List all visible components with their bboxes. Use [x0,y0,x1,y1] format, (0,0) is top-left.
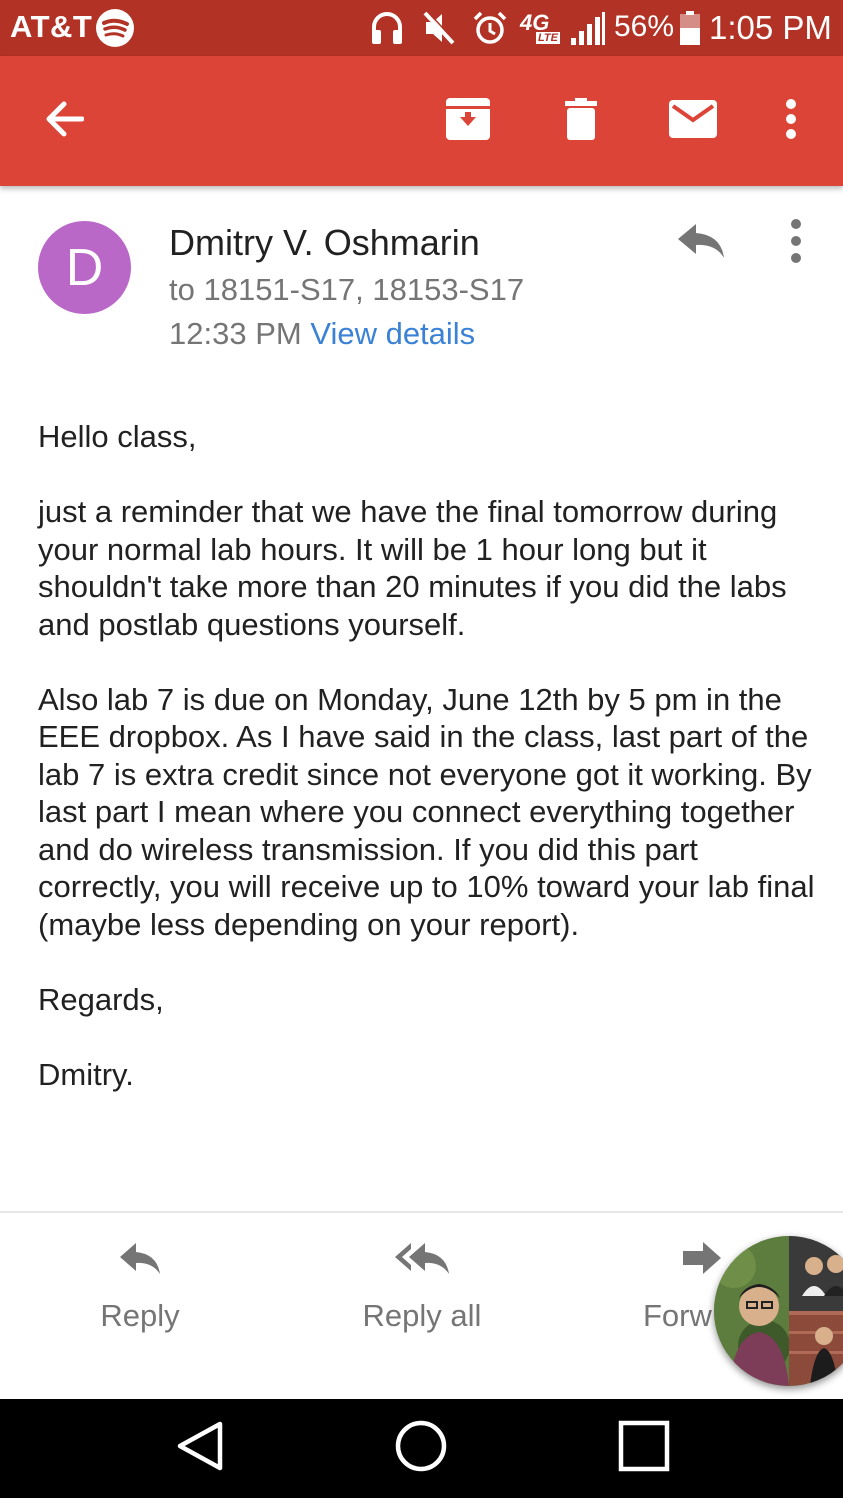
reply-all-icon [393,1240,451,1284]
mark-unread-button[interactable] [648,56,738,186]
carrier-label: AT&T [10,9,93,44]
network-sub-label: LTE [536,32,560,44]
back-button[interactable] [19,56,109,186]
status-bar: AT&T 4G LTE 56% 1:05 PM [0,0,843,56]
nav-recents-button[interactable] [589,1399,699,1498]
paragraph-2: Also lab 7 is due on Monday, June 12th b… [38,681,815,942]
nav-home-button[interactable] [366,1399,476,1498]
recents-square-icon [618,1420,670,1477]
reply-icon [674,224,730,268]
divider [0,1211,843,1213]
4g-lte-icon: 4G LTE [518,8,568,48]
nav-back-button[interactable] [145,1399,255,1498]
timestamp: 12:33 PM [169,316,302,351]
archive-icon [446,97,490,145]
greeting: Hello class, [38,419,197,454]
delete-button[interactable] [536,56,626,186]
alarm-icon [472,10,508,51]
clock: 1:05 PM [709,9,832,46]
reply-button[interactable]: Reply [90,1240,190,1334]
signal-icon [570,12,606,51]
sender-name: Dmitry V. Oshmarin [169,222,480,263]
spotify-icon [96,9,134,47]
reply-all-label: Reply all [362,1298,482,1333]
header-reply-button[interactable] [674,218,730,264]
more-vert-icon [780,219,812,270]
navigation-bar [0,1399,843,1498]
reply-all-button[interactable]: Reply all [356,1240,488,1334]
message-body: Hello class, just a reminder that we hav… [38,418,818,1131]
back-triangle-icon [175,1420,225,1477]
back-arrow-icon [44,101,85,142]
sender-avatar[interactable]: D [38,221,131,314]
home-circle-icon [394,1419,448,1478]
paragraph-1: just a reminder that we have the final t… [38,494,787,642]
forward-icon [683,1240,723,1284]
signature: Dmitry. [38,1056,134,1092]
closing: Regards, [38,981,164,1017]
toolbar [0,56,843,186]
battery-percent: 56% [614,10,675,43]
archive-button[interactable] [423,56,513,186]
view-details-link[interactable]: View details [310,316,475,351]
recipients-line: to 18151-S17, 18153-S17 [169,272,525,307]
more-options-button[interactable] [746,56,836,186]
reply-label: Reply [100,1298,180,1333]
battery-icon [680,11,700,45]
mark-unread-icon [669,99,717,143]
timestamp-line: 12:33 PM View details [169,316,475,352]
header-more-button[interactable] [780,216,812,266]
more-vert-icon [785,98,797,144]
delete-icon [565,97,597,145]
mute-icon [422,10,456,51]
headphones-icon [370,10,404,51]
reply-icon [118,1240,162,1284]
